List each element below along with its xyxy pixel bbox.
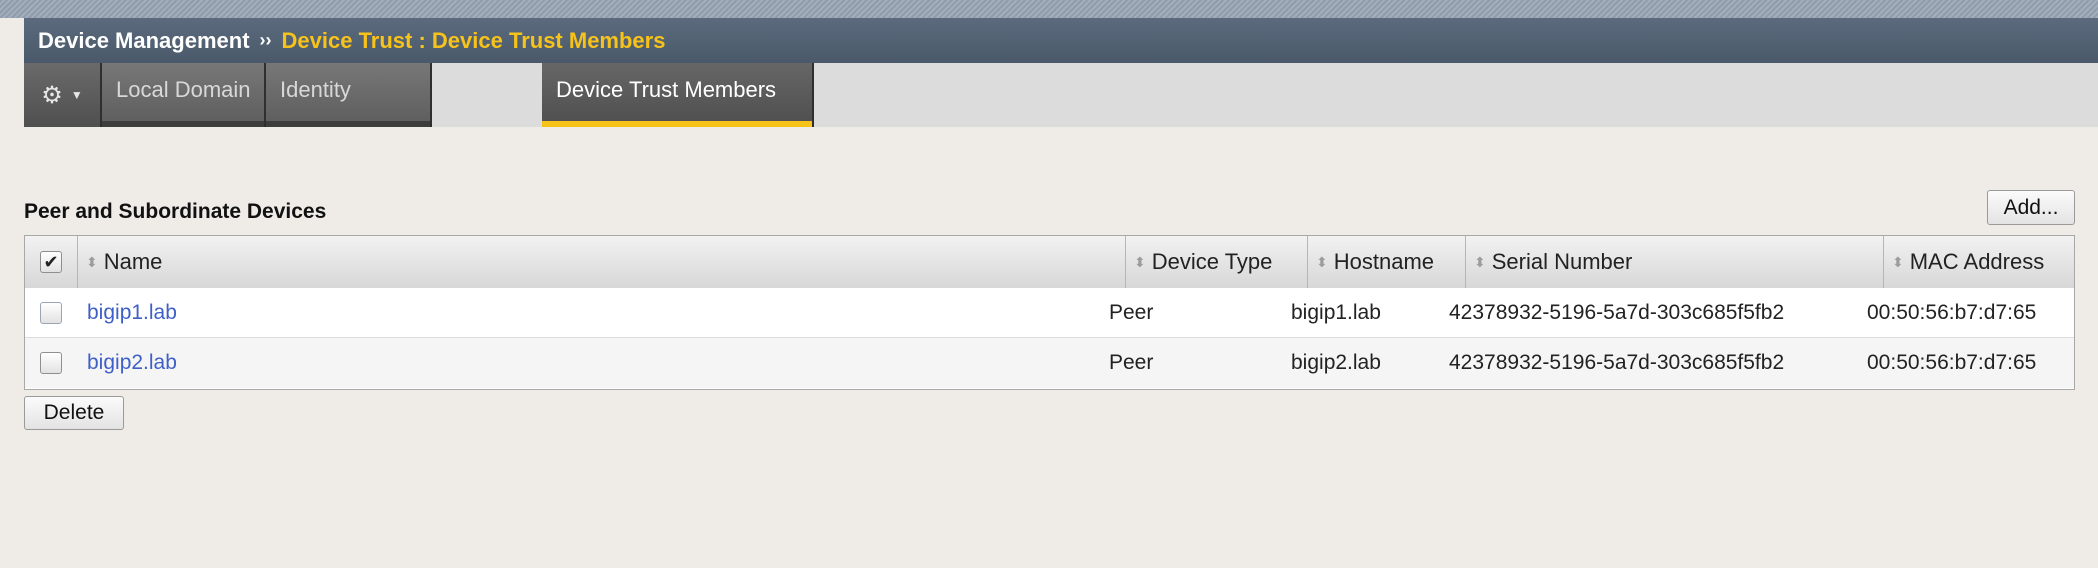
breadcrumb-home[interactable]: Device Management — [38, 28, 250, 54]
tab-bar: ⚙ ▼ Local Domain Identity Device Trust M… — [24, 63, 2098, 127]
tab-device-trust-members[interactable]: Device Trust Members — [542, 63, 814, 127]
device-name-link[interactable]: bigip1.lab — [87, 288, 177, 338]
table-row: bigip2.lab Peer bigip2.lab 42378932-5196… — [25, 338, 2074, 388]
device-type: Peer — [1109, 301, 1154, 324]
column-header-name[interactable]: ⬍ Name — [77, 236, 1125, 288]
select-all-checkbox[interactable]: ✔ — [40, 251, 62, 273]
device-type: Peer — [1109, 351, 1154, 374]
device-hostname: bigip2.lab — [1291, 351, 1381, 374]
sort-icon: ⬍ — [1134, 253, 1146, 270]
table-row: bigip1.lab Peer bigip1.lab 42378932-5196… — [25, 288, 2074, 338]
breadcrumb-separator: ›› — [259, 30, 272, 50]
chevron-down-icon: ▼ — [70, 88, 83, 102]
sort-icon: ⬍ — [1892, 253, 1904, 270]
gear-icon: ⚙ — [41, 81, 63, 109]
column-header-hostname[interactable]: ⬍ Hostname — [1307, 236, 1465, 288]
device-name-link[interactable]: bigip2.lab — [87, 338, 177, 388]
section-title: Peer and Subordinate Devices — [24, 200, 327, 223]
header-select-all: ✔ — [25, 236, 77, 288]
checkmark-icon: ✔ — [43, 251, 59, 272]
breadcrumb-current: Device Trust : Device Trust Members — [281, 27, 666, 53]
column-header-device-type[interactable]: ⬍ Device Type — [1125, 236, 1307, 288]
sort-icon: ⬍ — [1316, 253, 1328, 270]
device-serial: 42378932-5196-5a7d-303c685f5fb2 — [1449, 301, 1785, 324]
breadcrumb: Device Management ›› Device Trust : Devi… — [24, 18, 2098, 63]
device-mac: 00:50:56:b7:d7:65 — [1867, 351, 2037, 374]
device-mac: 00:50:56:b7:d7:65 — [1867, 301, 2037, 324]
sort-icon: ⬍ — [1474, 253, 1486, 270]
top-stripe — [0, 0, 2098, 18]
tab-identity[interactable]: Identity — [266, 63, 432, 127]
sort-icon: ⬍ — [86, 253, 98, 270]
row-select — [25, 288, 77, 338]
column-header-serial-number[interactable]: ⬍ Serial Number — [1465, 236, 1883, 288]
add-button[interactable]: Add... — [1987, 190, 2075, 225]
devices-table: ✔ ⬍ Name ⬍ Device Type ⬍ Hostname ⬍ Seri… — [24, 235, 2075, 390]
tab-local-domain[interactable]: Local Domain — [102, 63, 266, 127]
column-header-mac-address[interactable]: ⬍ MAC Address — [1883, 236, 2074, 288]
device-hostname: bigip1.lab — [1291, 301, 1381, 324]
delete-button[interactable]: Delete — [24, 396, 124, 430]
row-select — [25, 338, 77, 388]
table-header: ✔ ⬍ Name ⬍ Device Type ⬍ Hostname ⬍ Seri… — [25, 236, 2074, 289]
row-checkbox[interactable] — [40, 302, 62, 324]
device-serial: 42378932-5196-5a7d-303c685f5fb2 — [1449, 351, 1785, 374]
settings-menu-button[interactable]: ⚙ ▼ — [24, 63, 102, 127]
row-checkbox[interactable] — [40, 352, 62, 374]
